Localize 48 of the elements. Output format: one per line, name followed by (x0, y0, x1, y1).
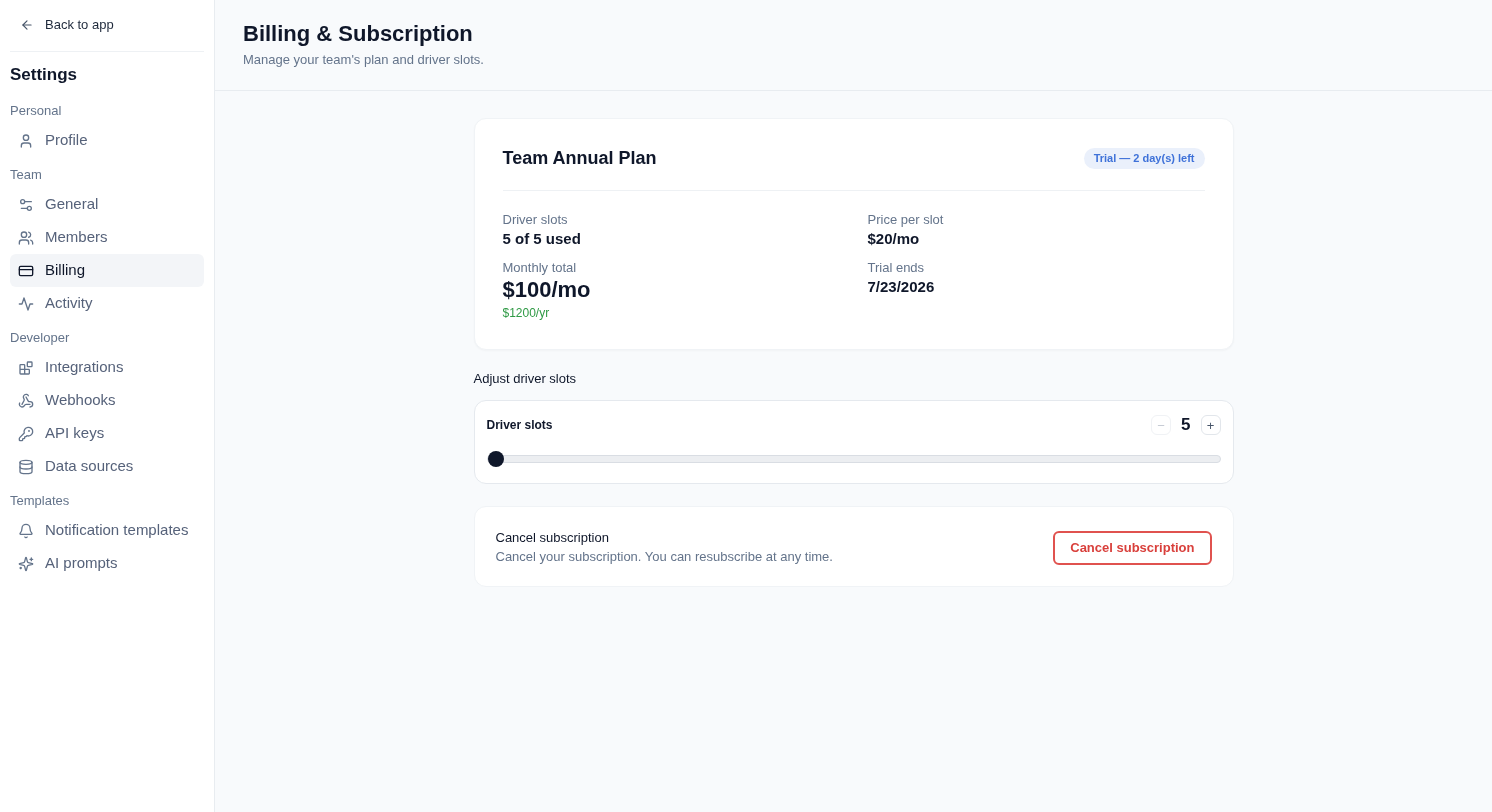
trial-badge: Trial — 2 day(s) left (1083, 147, 1205, 169)
cancel-title: Cancel subscription (495, 529, 609, 547)
stat-label: Trial ends (867, 259, 925, 277)
stat-label: Driver slots (502, 211, 568, 229)
sidebar-item[interactable]: Billing (10, 254, 204, 287)
increment-button[interactable]: + (1200, 415, 1221, 435)
webhook-icon (18, 392, 34, 409)
key-icon (18, 425, 34, 442)
section-label: Personal (10, 102, 62, 120)
blocks-icon (18, 359, 34, 376)
people-icon (18, 229, 34, 246)
section-label: Templates (10, 492, 70, 510)
sidebar-item[interactable]: Webhooks (10, 384, 204, 417)
sidebar-item[interactable]: Integrations (10, 351, 204, 384)
cancel-subscription-button[interactable]: Cancel subscription (1053, 530, 1212, 565)
person-icon (18, 132, 34, 149)
sidebar-item[interactable]: Data sources (10, 450, 204, 483)
plan-name: Team Annual Plan (502, 147, 657, 170)
slider-thumb[interactable] (487, 451, 504, 467)
page-title: Billing & Subscription (243, 20, 473, 48)
slots-label: Driver slots (486, 417, 553, 434)
stat-value: $100/mo (502, 277, 591, 303)
back-link[interactable]: Back to app (10, 8, 122, 42)
sidebar-title: Settings (10, 64, 78, 86)
section-label: Team (10, 166, 42, 184)
sidebar-item[interactable]: Activity (10, 287, 204, 320)
sparkle-icon (18, 555, 34, 572)
sidebar-item[interactable]: API keys (10, 417, 204, 450)
stat-value: 5 of 5 used (502, 229, 581, 249)
sliders-icon (18, 196, 34, 213)
sidebar-item[interactable]: Profile (10, 124, 204, 157)
page-subtitle: Manage your team's plan and driver slots. (243, 51, 484, 69)
stat-value: $20/mo (867, 229, 920, 249)
bell-icon (18, 522, 34, 539)
pulse-icon (18, 295, 34, 312)
cancel-description: Cancel your subscription. You can resubscribe at any time. (495, 548, 833, 566)
stat-label: Monthly total (502, 259, 577, 277)
stat-note: $1200/yr (502, 305, 550, 321)
sidebar-item[interactable]: AI prompts (10, 547, 204, 580)
section-label: Developer (10, 329, 70, 347)
sidebar-item[interactable]: Members (10, 221, 204, 254)
stat-value: 7/23/2026 (867, 277, 935, 297)
section-heading: Adjust driver slots (473, 370, 577, 388)
database-icon (18, 458, 34, 475)
stat-label: Price per slot (867, 211, 944, 229)
sidebar-item[interactable]: General (10, 188, 204, 221)
slots-count: 5 (1180, 414, 1192, 437)
sidebar-item[interactable]: Notification templates (10, 514, 204, 547)
